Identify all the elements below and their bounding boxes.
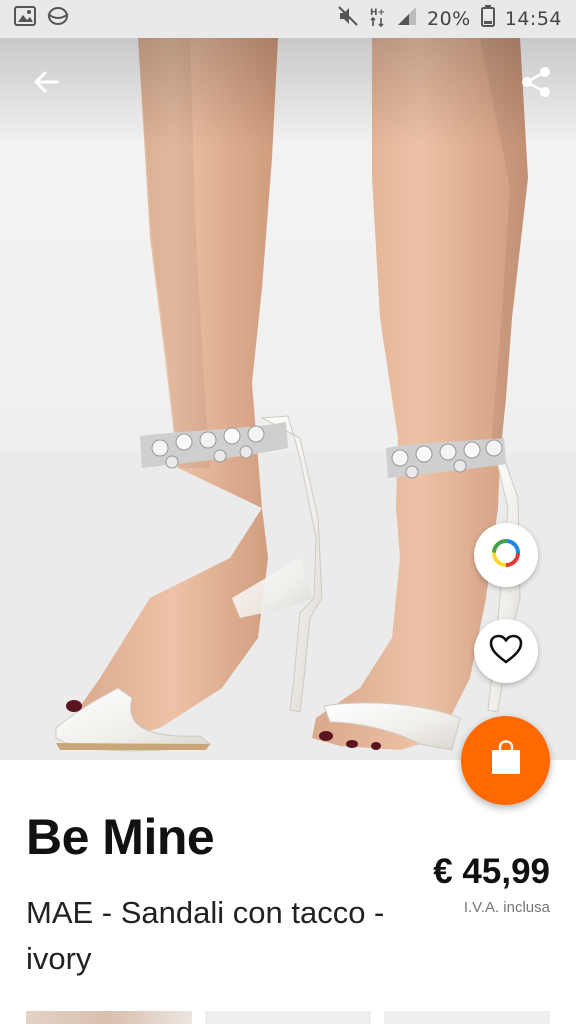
svg-text:H+: H+ bbox=[370, 8, 385, 18]
color-picker-button[interactable] bbox=[474, 523, 538, 587]
thumbnail-strip bbox=[26, 1011, 550, 1024]
mute-icon bbox=[337, 5, 359, 33]
battery-icon bbox=[480, 5, 495, 33]
gallery-icon bbox=[14, 6, 36, 32]
product-price: € 45,99 bbox=[433, 852, 550, 891]
wishlist-button[interactable] bbox=[474, 619, 538, 683]
signal-icon bbox=[397, 6, 417, 32]
share-button[interactable] bbox=[512, 60, 560, 108]
brand-name[interactable]: Be Mine bbox=[26, 808, 215, 866]
add-to-bag-button[interactable] bbox=[461, 716, 550, 805]
color-wheel-icon bbox=[490, 537, 522, 574]
product-name: MAE - Sandali con tacco - ivory bbox=[26, 895, 385, 976]
network-h-plus-icon: H+ bbox=[369, 5, 387, 33]
heart-outline-icon bbox=[489, 634, 523, 669]
share-icon bbox=[519, 65, 553, 104]
thumbnail[interactable] bbox=[26, 1011, 192, 1024]
vat-note: I.V.A. inclusa bbox=[463, 899, 550, 916]
thumbnail[interactable] bbox=[205, 1011, 371, 1024]
sync-icon bbox=[46, 6, 70, 32]
shopping-bag-icon bbox=[490, 740, 522, 781]
status-bar: H+ 20% 14:54 bbox=[0, 0, 576, 38]
thumbnail[interactable] bbox=[384, 1011, 550, 1024]
arrow-left-icon bbox=[31, 67, 61, 102]
battery-percent: 20% bbox=[427, 8, 471, 30]
back-button[interactable] bbox=[22, 60, 70, 108]
status-bar-left bbox=[14, 6, 70, 32]
clock: 14:54 bbox=[504, 8, 562, 30]
status-bar-right: H+ 20% 14:54 bbox=[337, 5, 562, 33]
